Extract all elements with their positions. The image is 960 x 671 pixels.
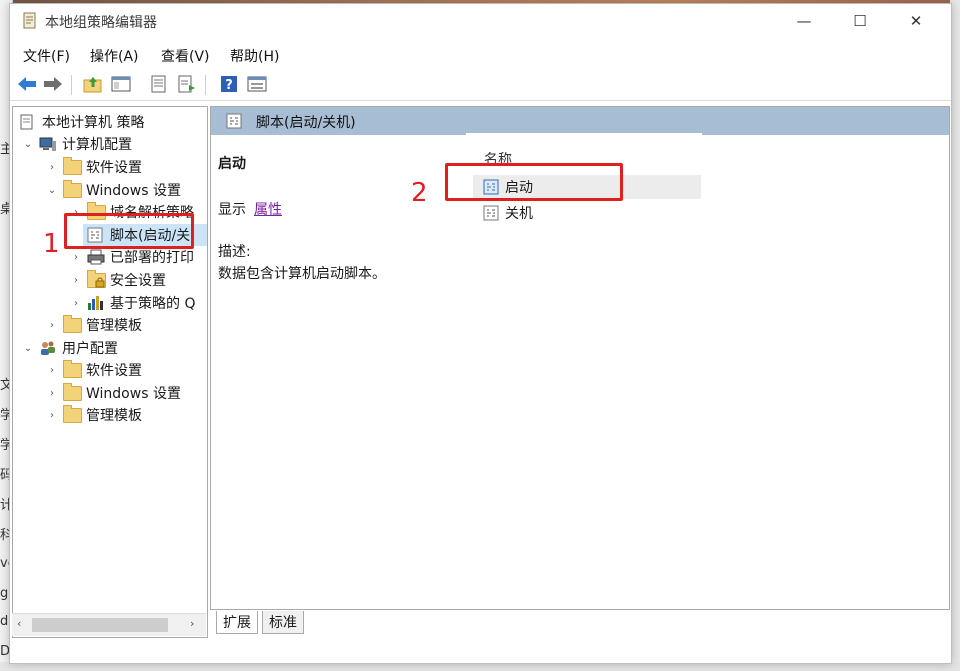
list-item-label: 关机 <box>505 206 533 222</box>
tree-label: 管理模板 <box>86 318 142 334</box>
annotation-box-2 <box>445 163 623 201</box>
security-folder-icon <box>87 270 106 288</box>
show-label: 显示 <box>218 202 246 218</box>
folder-icon <box>63 315 82 333</box>
policy-editor-icon <box>22 12 38 30</box>
tree-label: Windows 设置 <box>86 183 181 199</box>
folder-icon <box>63 360 82 378</box>
close-icon: ✕ <box>909 12 923 30</box>
menu-file[interactable]: 文件(F) <box>23 46 70 66</box>
tree-item-root[interactable]: 本地计算机 策略 <box>15 111 144 133</box>
close-button[interactable]: ✕ <box>893 4 939 38</box>
tree-label: 本地计算机 策略 <box>42 115 145 131</box>
chevron-right-icon[interactable]: › <box>45 320 59 331</box>
tree-item-computer-config[interactable]: ⌄ 计算机配置 <box>21 133 132 155</box>
menu-view[interactable]: 查看(V) <box>161 46 210 66</box>
scroll-right-icon[interactable]: › <box>190 617 194 630</box>
chevron-right-icon[interactable]: › <box>45 388 59 399</box>
tree-label: 基于策略的 Q <box>110 296 196 312</box>
minimize-button[interactable]: — <box>781 4 827 38</box>
title-bar[interactable]: 本地组策略编辑器 — ☐ ✕ <box>10 4 951 38</box>
tree-item-software-settings[interactable]: › 软件设置 <box>45 156 142 178</box>
chevron-right-icon[interactable]: › <box>45 162 59 173</box>
tree-label: 安全设置 <box>110 273 166 289</box>
scroll-left-icon[interactable]: ‹ <box>17 617 21 630</box>
details-header: 脚本(启动/关机) <box>211 107 949 135</box>
annotation-number-2: 2 <box>411 178 428 208</box>
tree-item-admin-templates[interactable]: › 管理模板 <box>45 314 142 336</box>
minimize-icon: — <box>796 12 812 30</box>
help-icon[interactable]: ? <box>218 73 240 95</box>
chevron-down-icon[interactable]: ⌄ <box>45 185 59 196</box>
description-text: 数据包含计算机启动脚本。 <box>218 266 386 282</box>
tree-item-windows-settings[interactable]: ⌄ Windows 设置 <box>45 179 181 201</box>
tree-item-user-software[interactable]: › 软件设置 <box>45 359 142 381</box>
menu-bar: 文件(F) 操作(A) 查看(V) 帮助(H) <box>10 40 951 68</box>
tree-item-user-config[interactable]: ⌄ 用户配置 <box>21 337 118 359</box>
tree-label: Windows 设置 <box>86 386 181 402</box>
list-item-shutdown[interactable]: 关机 <box>473 201 701 225</box>
tree-item-security-settings[interactable]: › 安全设置 <box>69 269 166 291</box>
script-icon <box>226 113 242 133</box>
chevron-right-icon[interactable]: › <box>45 410 59 421</box>
folder-icon <box>63 157 82 175</box>
policy-document-icon <box>19 114 37 130</box>
tree-label: 用户配置 <box>62 341 118 357</box>
tree-label: 管理模板 <box>86 408 142 424</box>
folder-icon <box>63 405 82 423</box>
gpedit-window: 本地组策略编辑器 — ☐ ✕ 文件(F) 操作(A) 查看(V) 帮助(H) ?… <box>9 3 952 664</box>
tree-item-user-admin[interactable]: › 管理模板 <box>45 404 142 426</box>
item-title: 启动 <box>218 156 246 172</box>
chevron-down-icon[interactable]: ⌄ <box>21 343 35 354</box>
bar-chart-icon <box>87 295 105 311</box>
toolbar-separator <box>205 75 206 95</box>
export-list-icon[interactable] <box>176 73 198 95</box>
tree-item-deployed-printers[interactable]: › 已部署的打印 <box>69 246 194 268</box>
tree-label: 已部署的打印 <box>110 250 194 266</box>
svg-text:?: ? <box>225 78 233 93</box>
folder-icon <box>63 180 82 198</box>
back-icon[interactable] <box>16 73 38 95</box>
scrollbar-thumb[interactable] <box>32 618 168 632</box>
tree-label: 计算机配置 <box>62 137 132 153</box>
menu-help[interactable]: 帮助(H) <box>230 46 279 66</box>
maximize-button[interactable]: ☐ <box>837 4 883 38</box>
toolbar: ? <box>10 70 951 101</box>
chevron-right-icon[interactable]: › <box>69 252 83 263</box>
annotation-box-1 <box>64 213 194 249</box>
script-icon <box>483 205 499 221</box>
details-header-title: 脚本(启动/关机) <box>256 115 356 131</box>
tree-item-policy-qos[interactable]: › 基于策略的 Q <box>69 292 195 314</box>
show-view-icon[interactable] <box>246 73 268 95</box>
users-icon <box>39 340 57 356</box>
tree-label: 软件设置 <box>86 363 142 379</box>
forward-icon[interactable] <box>42 73 64 95</box>
computer-icon <box>39 136 57 152</box>
tab-standard[interactable]: 标准 <box>262 611 304 634</box>
chevron-right-icon[interactable]: › <box>69 275 83 286</box>
chevron-right-icon[interactable]: › <box>69 298 83 309</box>
properties-link[interactable]: 属性 <box>254 199 282 219</box>
toolbar-separator <box>71 75 72 95</box>
folder-icon <box>63 383 82 401</box>
menu-action[interactable]: 操作(A) <box>90 46 139 66</box>
properties-icon[interactable] <box>148 73 170 95</box>
tab-extended[interactable]: 扩展 <box>216 611 258 634</box>
up-folder-icon[interactable] <box>82 73 104 95</box>
tree-label: 软件设置 <box>86 160 142 176</box>
show-hide-tree-icon[interactable] <box>110 73 132 95</box>
description-label: 描述: <box>218 244 251 260</box>
printer-icon <box>87 249 105 265</box>
window-title: 本地组策略编辑器 <box>45 15 157 31</box>
tree-pane: 本地计算机 策略 ⌄ 计算机配置 › 软件设置 ⌄ Windows 设置 › 域… <box>12 106 208 638</box>
chevron-down-icon[interactable]: ⌄ <box>21 139 35 150</box>
annotation-number-1: 1 <box>43 229 60 259</box>
tree-item-user-windows[interactable]: › Windows 设置 <box>45 382 181 404</box>
chevron-right-icon[interactable]: › <box>45 365 59 376</box>
tree-horizontal-scrollbar[interactable]: ‹ › <box>12 613 206 636</box>
maximize-icon: ☐ <box>853 12 867 30</box>
